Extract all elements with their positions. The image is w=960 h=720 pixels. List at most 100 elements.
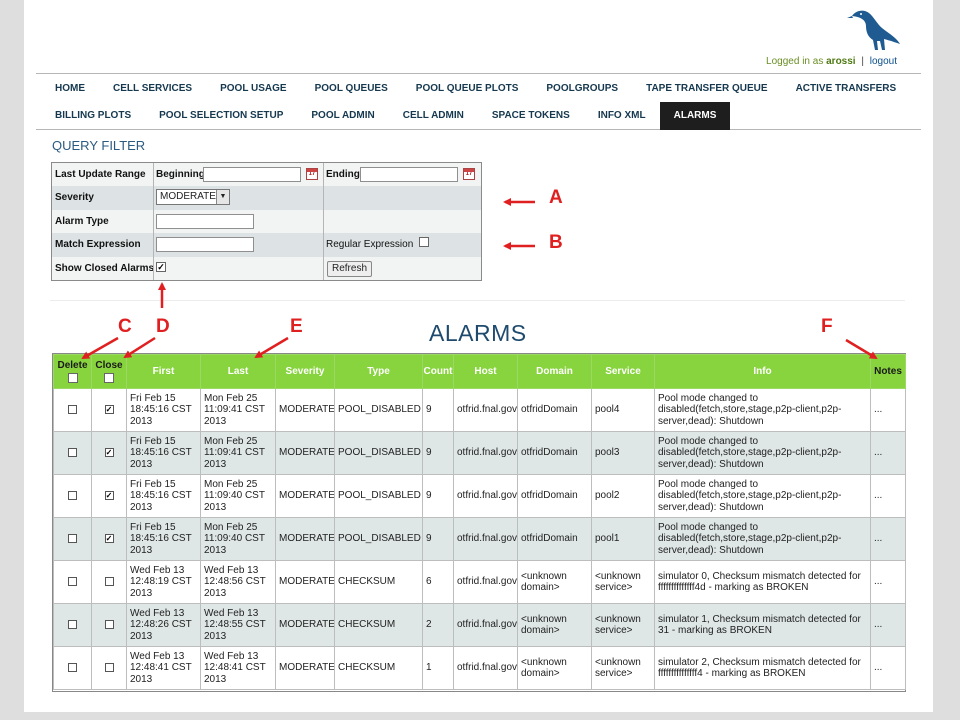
dropdown-arrow-icon[interactable]: ▼: [216, 190, 229, 205]
nav-pool-admin[interactable]: POOL ADMIN: [297, 102, 388, 130]
match-expression-label: Match Expression: [55, 239, 141, 251]
cell-host: otfrid.fnal.gov: [453, 560, 518, 604]
close-checkbox[interactable]: ✓: [104, 534, 114, 544]
col-notes[interactable]: Notes: [870, 354, 906, 389]
close-all-checkbox[interactable]: [104, 373, 114, 383]
cell-delete: [53, 517, 92, 561]
nav-pool-selection-setup[interactable]: POOL SELECTION SETUP: [145, 102, 297, 130]
cell-service: pool1: [591, 517, 655, 561]
nav-home[interactable]: HOME: [36, 75, 99, 103]
table-row: ✓ Fri Feb 15 18:45:16 CST 2013 Mon Feb 25 …: [53, 474, 906, 518]
cell-count: 6: [422, 560, 454, 604]
nav-info-xml[interactable]: INFO XML: [584, 102, 660, 130]
cell-notes[interactable]: ...: [870, 517, 906, 561]
cell-severity: MODERATE: [275, 474, 335, 518]
col-service[interactable]: Service: [591, 354, 655, 389]
close-checkbox[interactable]: ✓: [104, 405, 114, 415]
cell-notes[interactable]: ...: [870, 431, 906, 475]
delete-checkbox[interactable]: [68, 405, 77, 415]
col-close: Close: [91, 354, 127, 389]
delete-checkbox[interactable]: [68, 448, 77, 458]
beginning-calendar-icon[interactable]: 17: [306, 168, 318, 180]
cell-info: Pool mode changed to disabled(fetch,stor…: [654, 388, 871, 432]
regular-expression-checkbox[interactable]: [419, 237, 429, 248]
nav-pool-usage[interactable]: POOL USAGE: [206, 75, 301, 103]
close-checkbox[interactable]: ✓: [104, 448, 114, 458]
nav-alarms[interactable]: ALARMS: [659, 102, 731, 130]
cell-domain: <unknown domain>: [517, 603, 592, 647]
cell-first: Fri Feb 15 18:45:16 CST 2013: [126, 431, 201, 475]
cell-first: Wed Feb 13 12:48:19 CST 2013: [126, 560, 201, 604]
col-type[interactable]: Type: [334, 354, 423, 389]
row-show-closed: Show Closed Alarms ✓ Refresh: [52, 256, 481, 280]
col-count[interactable]: Count: [422, 354, 454, 389]
cell-count: 9: [422, 388, 454, 432]
cell-severity: MODERATE: [275, 517, 335, 561]
nav-pool-queues[interactable]: POOL QUEUES: [301, 75, 402, 103]
delete-all-checkbox[interactable]: [67, 373, 78, 383]
cell-delete: [53, 560, 92, 604]
login-status: Logged in as arossi | logout: [766, 56, 897, 67]
annotation-b: B: [549, 232, 563, 253]
ending-date-input[interactable]: [360, 167, 458, 182]
cell-notes[interactable]: ...: [870, 560, 906, 604]
beginning-label: Beginning: [156, 169, 205, 180]
annotation-d: D: [156, 316, 170, 337]
cell-delete: [53, 646, 92, 690]
cell-severity: MODERATE: [275, 388, 335, 432]
nav-space-tokens[interactable]: SPACE TOKENS: [478, 102, 584, 130]
cell-notes[interactable]: ...: [870, 388, 906, 432]
cell-count: 2: [422, 603, 454, 647]
col-severity[interactable]: Severity: [275, 354, 335, 389]
cell-host: otfrid.fnal.gov: [453, 517, 518, 561]
col-delete-label: Delete: [57, 360, 88, 371]
nav-cell-services[interactable]: CELL SERVICES: [99, 75, 206, 103]
severity-select[interactable]: MODERATE ▼: [156, 189, 230, 206]
delete-checkbox[interactable]: [68, 577, 77, 587]
cell-info: Pool mode changed to disabled(fetch,stor…: [654, 474, 871, 518]
cell-count: 1: [422, 646, 454, 690]
close-checkbox[interactable]: ✓: [104, 491, 114, 501]
col-last[interactable]: Last: [200, 354, 276, 389]
close-checkbox[interactable]: [104, 577, 114, 587]
delete-checkbox[interactable]: [68, 534, 77, 544]
alarm-type-input[interactable]: [156, 213, 254, 229]
col-delete: Delete: [53, 354, 92, 389]
nav-pool-queue-plots[interactable]: POOL QUEUE PLOTS: [402, 75, 533, 103]
delete-checkbox[interactable]: [68, 663, 77, 673]
nav-poolgroups[interactable]: POOLGROUPS: [532, 75, 632, 103]
ending-calendar-icon[interactable]: 17: [463, 168, 475, 180]
cell-notes[interactable]: ...: [870, 646, 906, 690]
col-info[interactable]: Info: [654, 354, 871, 389]
cell-count: 9: [422, 517, 454, 561]
nav-row-1: HOME CELL SERVICES POOL USAGE POOL QUEUE…: [36, 75, 910, 103]
cell-domain: <unknown domain>: [517, 560, 592, 604]
cell-notes[interactable]: ...: [870, 603, 906, 647]
cell-severity: MODERATE: [275, 603, 335, 647]
cell-last: Mon Feb 25 11:09:41 CST 2013: [200, 388, 276, 432]
close-checkbox[interactable]: [104, 663, 114, 673]
nav-billing-plots[interactable]: BILLING PLOTS: [36, 102, 145, 130]
col-host[interactable]: Host: [453, 354, 518, 389]
cell-domain: otfridDomain: [517, 474, 592, 518]
query-filter-title: QUERY FILTER: [52, 138, 146, 153]
col-first[interactable]: First: [126, 354, 201, 389]
cell-close: [91, 646, 127, 690]
cell-notes[interactable]: ...: [870, 474, 906, 518]
delete-checkbox[interactable]: [68, 491, 77, 501]
refresh-button[interactable]: Refresh: [327, 260, 373, 277]
show-closed-alarms-checkbox[interactable]: ✓: [156, 261, 166, 272]
logout-link[interactable]: logout: [870, 56, 897, 67]
beginning-date-input[interactable]: [203, 167, 301, 182]
delete-checkbox[interactable]: [68, 620, 77, 630]
row-severity: Severity MODERATE ▼: [52, 186, 481, 210]
cell-severity: MODERATE: [275, 646, 335, 690]
col-domain[interactable]: Domain: [517, 354, 592, 389]
nav-tape-transfer-queue[interactable]: TAPE TRANSFER QUEUE: [632, 75, 782, 103]
match-expression-input[interactable]: [156, 237, 254, 253]
cell-delete: [53, 474, 92, 518]
cell-last: Wed Feb 13 12:48:55 CST 2013: [200, 603, 276, 647]
nav-active-transfers[interactable]: ACTIVE TRANSFERS: [782, 75, 911, 103]
close-checkbox[interactable]: [104, 620, 114, 630]
nav-cell-admin[interactable]: CELL ADMIN: [389, 102, 478, 130]
